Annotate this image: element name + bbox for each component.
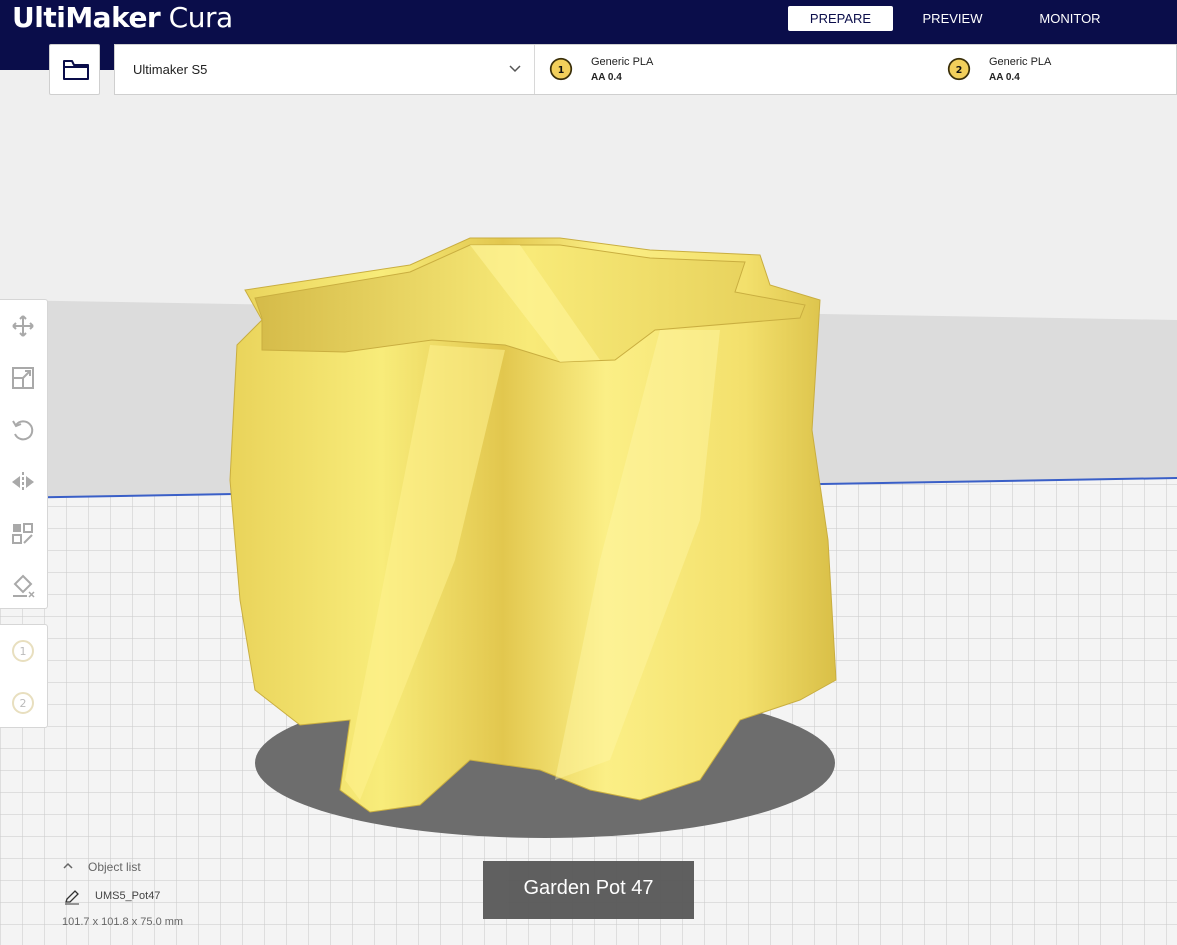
rotate-tool-button[interactable] [10, 417, 36, 443]
extruder-1-icon: 1 [549, 57, 573, 81]
printer-configuration-bar: Ultimaker S5 1 Generic PLA AA 0.4 2 Gene… [114, 44, 1177, 95]
chevron-up-icon [63, 862, 73, 869]
move-icon [12, 315, 34, 337]
app-logo: UltiMaker Cura [12, 1, 233, 35]
folder-icon [63, 60, 89, 80]
pencil-icon [65, 890, 79, 905]
brand-name: UltiMaker [12, 1, 161, 34]
svg-text:2: 2 [956, 65, 963, 76]
extruder-2-assign-icon: 2 [12, 692, 34, 714]
tool-panel [0, 299, 48, 609]
machine-selector[interactable]: Ultimaker S5 [115, 45, 535, 94]
extruder-1-material: Generic PLA [591, 56, 654, 68]
assign-extruder-1-button[interactable]: 1 [10, 638, 36, 664]
mirror-tool-button[interactable] [10, 469, 36, 495]
brand-product: Cura [168, 1, 233, 34]
extruder-2-config[interactable]: 2 Generic PLA AA 0.4 [947, 45, 1147, 94]
extruder-tool-panel: 1 2 [0, 624, 48, 728]
extruder-1-config[interactable]: 1 Generic PLA AA 0.4 [549, 45, 749, 94]
model-caption: Garden Pot 47 [483, 861, 694, 919]
extruder-1-assign-icon: 1 [12, 640, 34, 662]
3d-viewport[interactable] [0, 0, 1177, 945]
scale-tool-button[interactable] [10, 365, 36, 391]
rotate-icon [12, 420, 34, 441]
assign-extruder-2-button[interactable]: 2 [10, 690, 36, 716]
tab-monitor[interactable]: MONITOR [1020, 6, 1120, 31]
tab-preview[interactable]: PREVIEW [905, 6, 1000, 31]
svg-text:1: 1 [558, 65, 565, 76]
mirror-icon [12, 472, 34, 492]
chevron-down-icon [509, 65, 521, 73]
machine-name: Ultimaker S5 [133, 62, 208, 77]
extruder-2-core: AA 0.4 [989, 72, 1020, 83]
scale-icon [12, 367, 34, 389]
object-list-panel: Object list UMS5_Pot47 101.7 x 101.8 x 7… [62, 858, 282, 938]
support-blocker-icon [13, 574, 35, 598]
extruder-2-icon: 2 [947, 57, 971, 81]
object-list-title: Object list [88, 860, 141, 874]
move-tool-button[interactable] [10, 313, 36, 339]
object-dimensions: 101.7 x 101.8 x 75.0 mm [62, 916, 184, 928]
per-model-settings-button[interactable] [10, 521, 36, 547]
tab-prepare[interactable]: PREPARE [788, 6, 893, 31]
object-name: UMS5_Pot47 [95, 890, 161, 902]
extruder-2-material: Generic PLA [989, 56, 1052, 68]
support-blocker-button[interactable] [10, 573, 36, 599]
svg-text:2: 2 [20, 697, 27, 710]
extruder-1-core: AA 0.4 [591, 72, 622, 83]
per-model-settings-icon [12, 523, 33, 544]
open-file-button[interactable] [49, 44, 100, 95]
svg-text:1: 1 [20, 645, 27, 658]
